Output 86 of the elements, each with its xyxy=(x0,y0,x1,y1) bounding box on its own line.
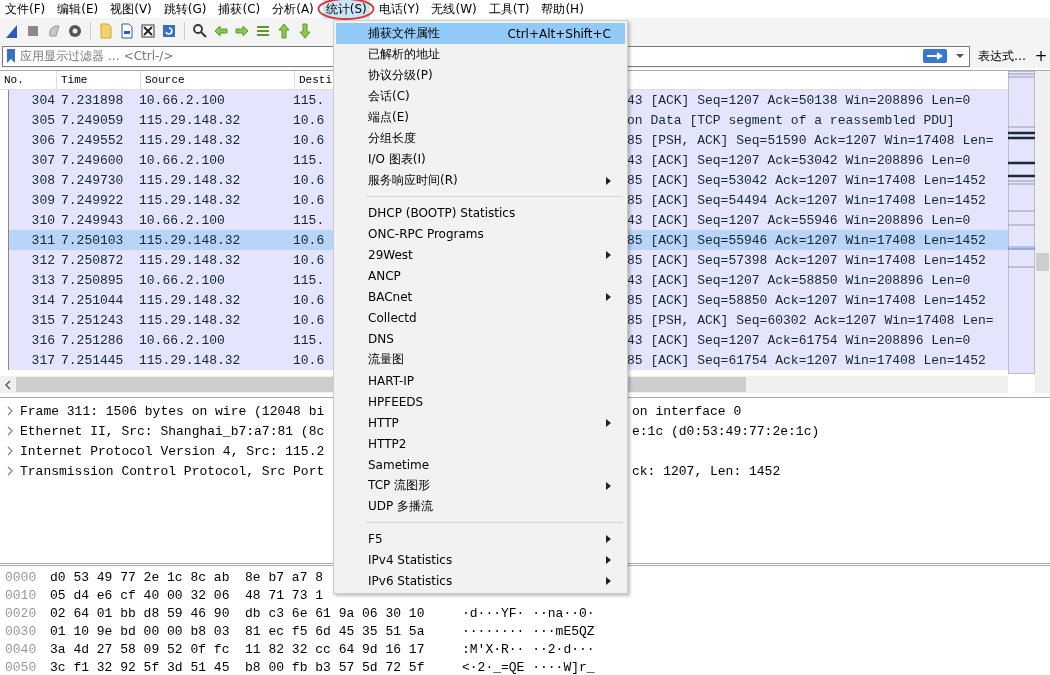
hex-bytes: 05 d4 e6 cf 40 00 32 06 48 71 73 1 xyxy=(50,587,324,603)
table-cell-text: 115.29.148.32 xyxy=(139,292,242,308)
table-cell: 85 [ACK] Seq=57398 Ack=1207 Win=17408 Len=1452 xyxy=(627,252,986,268)
table-cell-text: 115.29.148.32 xyxy=(139,232,242,248)
table-cell-text: 7.251445 xyxy=(60,352,125,368)
table-cell-text: 115.29.148.32 xyxy=(139,352,242,368)
table-cell-text: 10.66.2.100 xyxy=(139,212,226,228)
table-cell-text: 311 xyxy=(30,232,55,248)
table-cell: 85 [ACK] Seq=53042 Ack=1207 Win=17408 Len=1452 xyxy=(627,172,986,188)
table-cell-text: 115.29.148.32 xyxy=(139,192,242,208)
table-cell-text: 7.251044 xyxy=(60,292,125,308)
table-cell-text: 7.250895 xyxy=(60,272,125,288)
table-cell-text: 315 xyxy=(30,312,55,328)
table-cell-text: 115.29.148.32 xyxy=(139,112,242,128)
table-cell: 85 [ACK] Seq=58850 Ack=1207 Win=17408 Len=1452 xyxy=(627,292,986,308)
table-cell: 43 [ACK] Seq=1207 Ack=61754 Win=208896 Len=0 xyxy=(627,332,971,348)
offset-text: 0030 xyxy=(4,623,37,639)
table-cell-text: 115.29.148.32 xyxy=(139,312,242,328)
table-cell-text: 7.251243 xyxy=(60,312,125,328)
hex-bytes: 3a 4d 27 58 09 52 0f fc 11 82 32 cc 64 9d 16 17 xyxy=(50,641,425,657)
table-cell-text: 307 xyxy=(30,152,55,168)
offset-text: 0010 xyxy=(4,587,37,603)
table-cell-text: 7.249600 xyxy=(60,152,125,168)
table-cell-text: 7.249730 xyxy=(60,172,125,188)
table-cell-text: 10.66.2.100 xyxy=(139,92,226,108)
table-cell-text: 10.6 xyxy=(293,172,326,188)
table-cell-text: 10.6 xyxy=(293,252,326,268)
table-cell-text: 314 xyxy=(30,292,55,308)
table-cell: on Data [TCP segment of a reassembled PDU] xyxy=(627,112,955,128)
hex-bytes: 3c f1 32 92 5f 3d 51 45 b8 00 fb b3 57 5d 72 5f xyxy=(50,659,425,675)
table-cell-text: 304 xyxy=(30,92,55,108)
table-cell-text: 7.250872 xyxy=(60,252,125,268)
table-cell-text: 115. xyxy=(293,212,326,228)
hex-bytes: 01 10 9e bd 00 00 b8 03 81 ec f5 6d 45 35 51 5a xyxy=(50,623,425,639)
ascii-text: :M'X·R·· ··2·d··· xyxy=(462,641,595,657)
table-cell-text: 115.29.148.32 xyxy=(139,132,242,148)
table-cell-text: 10.6 xyxy=(293,192,326,208)
table-cell-text: 10.6 xyxy=(293,232,326,248)
table-cell-text: 10.66.2.100 xyxy=(139,332,226,348)
table-cell-text: 10.6 xyxy=(293,292,326,308)
table-cell-text: 10.6 xyxy=(293,352,326,368)
ascii-text: ·d···YF· ··na··0· xyxy=(462,605,595,621)
table-cell: 85 [ACK] Seq=55946 Ack=1207 Win=17408 Len=1452 xyxy=(627,232,986,248)
table-cell: 43 [ACK] Seq=1207 Ack=58850 Win=208896 Len=0 xyxy=(627,272,971,288)
table-cell-text: 310 xyxy=(30,212,55,228)
table-cell-text: 317 xyxy=(30,352,55,368)
table-cell: 43 [ACK] Seq=1207 Ack=55946 Win=208896 Len=0 xyxy=(627,212,971,228)
table-cell-text: 313 xyxy=(30,272,55,288)
table-cell-text: 115.29.148.32 xyxy=(139,252,242,268)
table-cell-text: 316 xyxy=(30,332,55,348)
table-cell-text: 10.66.2.100 xyxy=(139,152,226,168)
table-cell: 85 [ACK] Seq=54494 Ack=1207 Win=17408 Len=1452 xyxy=(627,192,986,208)
table-cell-text: 7.249922 xyxy=(60,192,125,208)
table-cell-text: 115.29.148.32 xyxy=(139,172,242,188)
table-cell-text: 308 xyxy=(30,172,55,188)
table-cell-text: 7.249943 xyxy=(60,212,125,228)
table-cell: 85 [PSH, ACK] Seq=51590 Ack=1207 Win=17408 Len= xyxy=(627,132,994,148)
table-cell-text: 309 xyxy=(30,192,55,208)
table-cell: 85 [ACK] Seq=61754 Ack=1207 Win=17408 Len=1452 xyxy=(627,352,986,368)
ascii-text: ········ ···mE5QZ xyxy=(462,623,595,639)
table-cell-text: 7.251286 xyxy=(60,332,125,348)
table-cell-text: 115. xyxy=(293,332,326,348)
hex-bytes: 02 64 01 bb d8 59 46 90 db c3 6e 61 9a 06 30 10 xyxy=(50,605,425,621)
table-cell: 43 [ACK] Seq=1207 Ack=50138 Win=208896 Len=0 xyxy=(627,92,971,108)
table-cell-text: 115. xyxy=(293,272,326,288)
table-cell-text: 10.6 xyxy=(293,132,326,148)
table-cell-text: 7.231898 xyxy=(60,92,125,108)
hex-bytes: d0 53 49 77 2e 1c 8c ab 8e b7 a7 8 xyxy=(50,569,324,585)
table-cell-text: 7.250103 xyxy=(60,232,125,248)
offset-text: 0050 xyxy=(4,659,37,675)
table-cell: 43 [ACK] Seq=1207 Ack=53042 Win=208896 Len=0 xyxy=(627,152,971,168)
offset-text: 0000 xyxy=(4,569,37,585)
table-cell-text: 115. xyxy=(293,152,326,168)
table-cell-text: 10.6 xyxy=(293,312,326,328)
offset-text: 0020 xyxy=(4,605,37,621)
table-cell-text: 306 xyxy=(30,132,55,148)
offset-text: 0040 xyxy=(4,641,37,657)
table-cell-text: 305 xyxy=(30,112,55,128)
table-cell-text: 10.6 xyxy=(293,112,326,128)
table-cell-text: 312 xyxy=(30,252,55,268)
table-cell-text: 7.249059 xyxy=(60,112,125,128)
table-cell-text: 115. xyxy=(293,92,326,108)
table-cell: 85 [PSH, ACK] Seq=60302 Ack=1207 Win=17408 Len= xyxy=(627,312,994,328)
table-cell-text: 10.66.2.100 xyxy=(139,272,226,288)
ascii-text: <·2·_=QE ····W]r_ xyxy=(462,659,595,675)
table-cell-text: 7.249552 xyxy=(60,132,125,148)
